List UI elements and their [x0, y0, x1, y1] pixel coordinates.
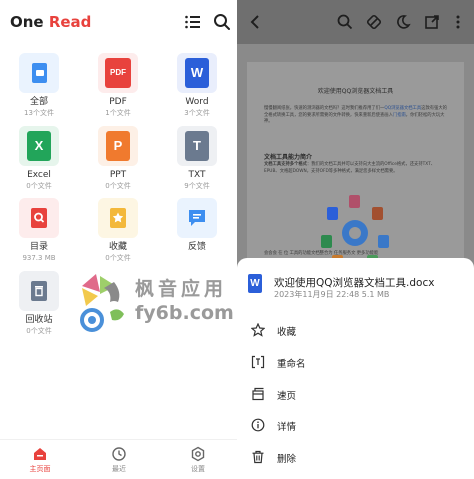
trash-icon: [19, 271, 59, 311]
category-count: 13个文件: [24, 109, 54, 117]
category-word[interactable]: W Word 3个文件: [167, 53, 227, 118]
word-icon: W: [177, 53, 217, 93]
action-delete[interactable]: 删除: [237, 443, 474, 473]
feedback-button[interactable]: 反馈: [167, 198, 227, 263]
document-paragraph-intro: 慢慢翻阅纸张，快速的测浏器的文档吗？这时我们推荐用了们一QQ浏览器文档工具这款有…: [264, 106, 447, 124]
folder-icon: [19, 53, 59, 93]
rotate-icon[interactable]: [366, 14, 382, 30]
action-label: 详情: [277, 422, 297, 433]
category-excel[interactable]: X Excel 0个文件: [9, 126, 69, 191]
document-paragraph-features: 文档工具支持多个格式：我们的文档工具并可以支持向大主流的Office格式，还支持…: [264, 162, 436, 174]
category-count: 0个文件: [26, 327, 52, 335]
category-count: 3个文件: [184, 109, 210, 117]
category-count: [167, 253, 227, 263]
word-file-icon: W: [248, 274, 262, 293]
category-count: 1个文件: [105, 109, 131, 117]
category-favorites[interactable]: 收藏 0个文件: [88, 198, 148, 263]
viewer-toolbar: [237, 0, 474, 44]
file-meta: 2023年11月9日 22:48 5.1 MB: [274, 290, 390, 299]
watermark-logo-icon: [80, 274, 124, 332]
app-title-accent: Read: [48, 13, 92, 31]
list-view-icon[interactable]: [184, 13, 202, 31]
open-external-icon[interactable]: [424, 14, 440, 30]
category-count: 9个文件: [184, 182, 210, 190]
nav-home[interactable]: 主页面: [15, 446, 65, 474]
category-label: Word: [185, 97, 209, 107]
category-ppt[interactable]: P PPT 0个文件: [88, 126, 148, 191]
category-count: 0个文件: [105, 254, 131, 262]
star-icon: [251, 323, 265, 337]
action-favorite[interactable]: 收藏: [237, 316, 474, 346]
document-heading: 文档工具能力简介: [264, 154, 313, 161]
delete-icon: [252, 450, 264, 464]
document-title: 欢迎使用QQ浏览器文档工具: [317, 88, 394, 95]
category-pdf[interactable]: PDF PDF 1个文件: [88, 53, 148, 118]
more-icon[interactable]: [450, 14, 466, 30]
action-label: 删除: [277, 454, 297, 465]
night-mode-icon[interactable]: [395, 14, 411, 30]
info-icon: [251, 418, 265, 432]
feedback-icon: [177, 198, 217, 238]
directory-icon: [19, 198, 59, 238]
nav-label: 最近: [112, 465, 126, 473]
watermark-text: 枫音应用: [135, 278, 228, 300]
pdf-icon: PDF: [98, 53, 138, 93]
category-txt[interactable]: T TXT 9个文件: [167, 126, 227, 191]
document-footer-text: 会会会 在 位 工具的功能文档整合为 任务服务文 更多功能能: [264, 251, 379, 256]
file-name: 欢迎使用QQ浏览器文档工具.docx: [274, 277, 435, 289]
ppt-icon: P: [98, 126, 138, 166]
category-recycle-bin[interactable]: 回收站 0个文件: [9, 271, 69, 336]
back-icon[interactable]: [247, 14, 263, 30]
search-icon[interactable]: [213, 13, 231, 31]
nav-settings[interactable]: 设置: [173, 446, 223, 474]
bottom-navigation: 主页面 最近 设置: [0, 439, 237, 479]
category-count: 0个文件: [105, 182, 131, 190]
file-home-screen: One Read 全部 13个文件 PDF PDF 1个文件 W Word 3个…: [0, 0, 237, 479]
settings-icon: [191, 446, 205, 462]
rename-icon: [251, 355, 265, 369]
clock-icon: [112, 447, 126, 461]
category-label: Excel: [27, 170, 51, 180]
nav-label: 设置: [191, 465, 205, 473]
category-label: 反馈: [187, 242, 206, 252]
action-details[interactable]: 详情: [237, 411, 474, 441]
action-page[interactable]: 速页: [237, 380, 474, 410]
category-label: 收藏: [108, 242, 127, 252]
file-actions-sheet: W 欢迎使用QQ浏览器文档工具.docx 2023年11月9日 22:48 5.…: [237, 258, 474, 479]
favorites-icon: [98, 198, 138, 238]
search-icon[interactable]: [337, 14, 353, 30]
page-icon: [252, 387, 264, 401]
category-label: 回收站: [25, 315, 53, 325]
document-page[interactable]: 欢迎使用QQ浏览器文档工具 慢慢翻阅纸张，快速的测浏器的文档吗？这时我们推荐用了…: [247, 62, 464, 272]
excel-icon: X: [19, 126, 59, 166]
action-label: 速页: [277, 391, 297, 402]
category-count: 0个文件: [26, 182, 52, 190]
category-label: TXT: [188, 170, 206, 180]
category-label: PPT: [109, 170, 127, 180]
document-viewer: 欢迎使用QQ浏览器文档工具 慢慢翻阅纸张，快速的测浏器的文档吗？这时我们推荐用了…: [237, 0, 474, 479]
txt-icon: T: [177, 126, 217, 166]
home-icon: [34, 448, 46, 460]
category-all[interactable]: 全部 13个文件: [9, 53, 69, 118]
action-label: 收藏: [277, 327, 297, 338]
app-header: One Read: [0, 0, 237, 44]
watermark: 枫音应用 fy6b.com: [80, 272, 240, 334]
action-rename[interactable]: 重命名: [237, 348, 474, 378]
app-title: One Read: [10, 13, 91, 31]
category-label: 全部: [29, 97, 48, 107]
category-label: 目录: [29, 242, 48, 252]
category-label: PDF: [109, 97, 127, 107]
action-label: 重命名: [277, 359, 306, 370]
nav-label: 主页面: [29, 465, 51, 473]
watermark-url: fy6b.com: [135, 302, 234, 324]
app-title-main: One: [10, 13, 49, 31]
category-directory[interactable]: 目录 937.3 MB: [9, 198, 69, 263]
nav-recent[interactable]: 最近: [94, 446, 144, 474]
category-size: 937.3 MB: [22, 254, 56, 262]
